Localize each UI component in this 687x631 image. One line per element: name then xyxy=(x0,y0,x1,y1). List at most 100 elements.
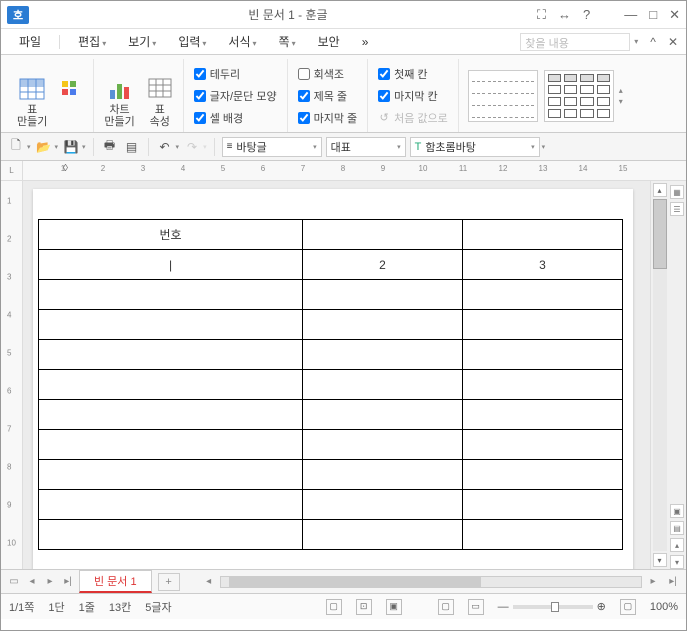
zoom-percent[interactable]: 100% xyxy=(650,601,678,613)
table-cell[interactable] xyxy=(39,340,303,370)
table-cell[interactable] xyxy=(303,310,463,340)
tab-list-icon[interactable]: ▭ xyxy=(5,573,23,591)
make-table-button[interactable]: 표 만들기 xyxy=(13,74,51,130)
table-cell[interactable] xyxy=(303,490,463,520)
table-cell[interactable] xyxy=(463,520,623,550)
preview-button[interactable]: ▤ xyxy=(123,138,141,156)
expand-icon[interactable]: ⛶ xyxy=(537,7,546,23)
font-combo[interactable]: T함초롬바탕▾ xyxy=(410,137,540,157)
view-mode-1[interactable]: ▢ xyxy=(326,599,342,615)
zoom-out-icon[interactable]: — xyxy=(498,601,509,613)
table-cell[interactable] xyxy=(463,400,623,430)
check-title-row[interactable]: 제목 줄 xyxy=(298,86,358,106)
side-tool-2[interactable]: ☰ xyxy=(670,202,684,216)
close-button[interactable]: ✕ xyxy=(669,7,680,23)
check-last-col[interactable]: 마지막 칸 xyxy=(378,86,448,106)
table-cell[interactable] xyxy=(463,430,623,460)
chart-button[interactable]: 차트 만들기 xyxy=(100,74,138,130)
hscroll-thumb[interactable] xyxy=(229,577,481,587)
menu-format[interactable]: 서식▾ xyxy=(218,30,266,53)
scroll-down-icon[interactable]: ▾ xyxy=(653,553,667,567)
minimize-button[interactable]: — xyxy=(624,7,637,23)
table-cell[interactable] xyxy=(463,490,623,520)
check-grayscale[interactable]: 회색조 xyxy=(298,64,358,84)
table-cell[interactable] xyxy=(39,520,303,550)
tab-next-icon[interactable]: ▸ xyxy=(41,573,59,591)
table-cell[interactable] xyxy=(463,340,623,370)
maximize-button[interactable]: □ xyxy=(649,7,657,23)
hscroll-left-icon[interactable]: ◂ xyxy=(200,573,218,591)
check-border[interactable]: 테두리 xyxy=(194,64,277,84)
search-dropdown-icon[interactable]: ▾ xyxy=(634,37,638,46)
table-cell[interactable] xyxy=(39,280,303,310)
open-button[interactable]: 📂 xyxy=(35,138,53,156)
table-cell[interactable] xyxy=(463,220,623,250)
side-tool-1[interactable]: ▦ xyxy=(670,185,684,199)
check-char-paragraph[interactable]: 글자/문단 모양 xyxy=(194,86,277,106)
menu-input[interactable]: 입력▾ xyxy=(168,30,216,53)
table-cell[interactable] xyxy=(39,400,303,430)
view-mode-4[interactable]: ▢ xyxy=(438,599,454,615)
menu-view[interactable]: 보기▾ xyxy=(118,30,166,53)
table-cell[interactable] xyxy=(463,370,623,400)
table-template-button[interactable] xyxy=(53,74,87,130)
tab-prev-icon[interactable]: ◂ xyxy=(23,573,41,591)
side-tool-down[interactable]: ▾ xyxy=(670,555,684,569)
table-cell[interactable] xyxy=(39,490,303,520)
zoom-fit-icon[interactable]: ▢ xyxy=(620,599,636,615)
check-first-col[interactable]: 첫째 칸 xyxy=(378,64,448,84)
close-panel-icon[interactable]: ✕ xyxy=(668,35,678,49)
scrollbar-thumb[interactable] xyxy=(653,199,667,269)
document-tab[interactable]: 빈 문서 1 xyxy=(79,570,152,593)
document-table[interactable]: 번호 |23 xyxy=(38,219,623,550)
hscroll-right-icon[interactable]: ▸ xyxy=(644,573,662,591)
hscroll-end-icon[interactable]: ▸| xyxy=(664,573,682,591)
vertical-scrollbar[interactable]: ▴ ▾ xyxy=(650,181,668,569)
new-doc-button[interactable]: 🗋 xyxy=(7,138,25,156)
menu-file[interactable]: 파일 xyxy=(9,30,51,53)
table-cell[interactable] xyxy=(39,370,303,400)
table-cell[interactable] xyxy=(39,310,303,340)
table-style-2[interactable] xyxy=(544,70,614,122)
table-cell[interactable]: 3 xyxy=(463,250,623,280)
table-cell[interactable] xyxy=(303,430,463,460)
save-button[interactable]: 💾 xyxy=(62,138,80,156)
table-cell[interactable] xyxy=(303,280,463,310)
zoom-knob[interactable] xyxy=(551,602,559,612)
menu-security[interactable]: 보안 xyxy=(308,30,350,53)
side-tool-up[interactable]: ▴ xyxy=(670,538,684,552)
style-scroll-up-icon[interactable]: ▴ xyxy=(619,86,623,95)
menu-page[interactable]: 쪽▾ xyxy=(269,30,306,53)
check-last-row[interactable]: 마지막 줄 xyxy=(298,108,358,128)
table-cell[interactable]: 2 xyxy=(303,250,463,280)
table-cell[interactable] xyxy=(303,460,463,490)
table-cell[interactable] xyxy=(303,400,463,430)
paragraph-style-combo[interactable]: ≡바탕글▾ xyxy=(222,137,322,157)
vertical-ruler[interactable]: 12345678910 xyxy=(1,181,23,569)
view-mode-2[interactable]: ⊡ xyxy=(356,599,372,615)
table-cell[interactable] xyxy=(39,460,303,490)
side-tool-4[interactable]: ▤ xyxy=(670,521,684,535)
table-style-1[interactable] xyxy=(468,70,538,122)
view-mode-3[interactable]: ▣ xyxy=(386,599,402,615)
table-cell[interactable] xyxy=(303,370,463,400)
add-tab-button[interactable]: + xyxy=(158,573,180,591)
table-cell[interactable] xyxy=(463,310,623,340)
tab-end-icon[interactable]: ▸| xyxy=(59,573,77,591)
table-cell[interactable] xyxy=(303,520,463,550)
representation-combo[interactable]: 대표▾ xyxy=(326,137,406,157)
table-cell[interactable]: | xyxy=(39,250,303,280)
table-cell[interactable] xyxy=(303,340,463,370)
table-properties-button[interactable]: 표 속성 xyxy=(143,74,177,130)
scroll-up-icon[interactable]: ▴ xyxy=(653,183,667,197)
table-cell[interactable] xyxy=(303,220,463,250)
print-button[interactable]: 🖶 xyxy=(101,138,119,156)
menu-edit[interactable]: 편집▾ xyxy=(68,30,116,53)
view-mode-5[interactable]: ▭ xyxy=(468,599,484,615)
document-area[interactable]: 번호 |23 xyxy=(23,181,650,569)
redo-button[interactable]: ↷ xyxy=(183,138,201,156)
menu-more[interactable]: » xyxy=(352,32,379,52)
table-cell[interactable] xyxy=(463,460,623,490)
table-cell[interactable] xyxy=(39,430,303,460)
collapse-ribbon-icon[interactable]: ^ xyxy=(650,35,656,49)
